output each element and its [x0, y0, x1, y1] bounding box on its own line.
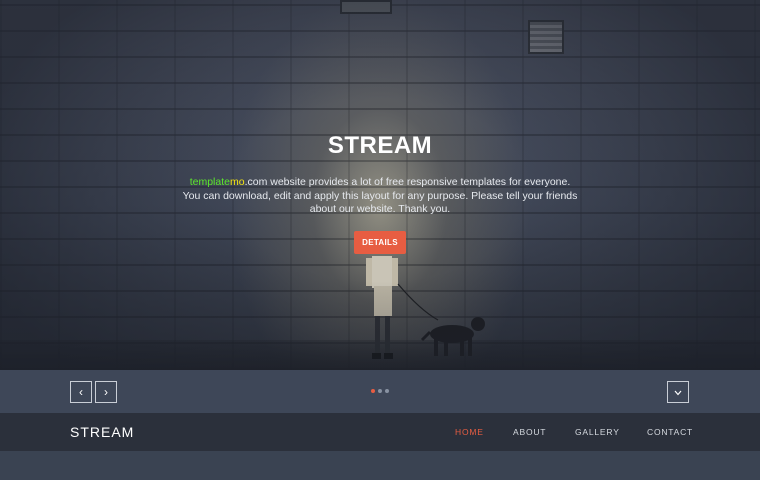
brand-mo-text: mo: [230, 176, 245, 188]
nav-gallery[interactable]: GALLERY: [575, 427, 620, 437]
next-slide-button[interactable]: ›: [95, 381, 117, 403]
content-area: [0, 451, 760, 480]
scroll-down-button[interactable]: [667, 381, 689, 403]
slide-dot-1[interactable]: [371, 389, 375, 393]
brand-template-text: template: [189, 176, 230, 188]
hero-title: STREAM: [327, 132, 433, 159]
nav-contact[interactable]: CONTACT: [647, 427, 693, 437]
slide-dot-3[interactable]: [385, 389, 389, 393]
prev-slide-button[interactable]: ‹: [70, 381, 92, 403]
nav-about[interactable]: ABOUT: [513, 427, 546, 437]
nav-home[interactable]: HOME: [455, 427, 484, 437]
main-navbar: STREAM HOME ABOUT GALLERY CONTACT: [0, 413, 760, 451]
hero-section: STREAM templatemo.com website provides a…: [0, 0, 760, 370]
chevron-down-icon: [674, 385, 682, 399]
details-button[interactable]: DETAILS: [354, 231, 406, 254]
chevron-left-icon: ‹: [79, 385, 83, 399]
site-logo[interactable]: STREAM: [70, 424, 134, 440]
slide-indicators: [371, 389, 389, 393]
slide-dot-2[interactable]: [378, 389, 382, 393]
hero-description: templatemo.com website provides a lot of…: [180, 176, 580, 217]
chevron-right-icon: ›: [104, 385, 108, 399]
